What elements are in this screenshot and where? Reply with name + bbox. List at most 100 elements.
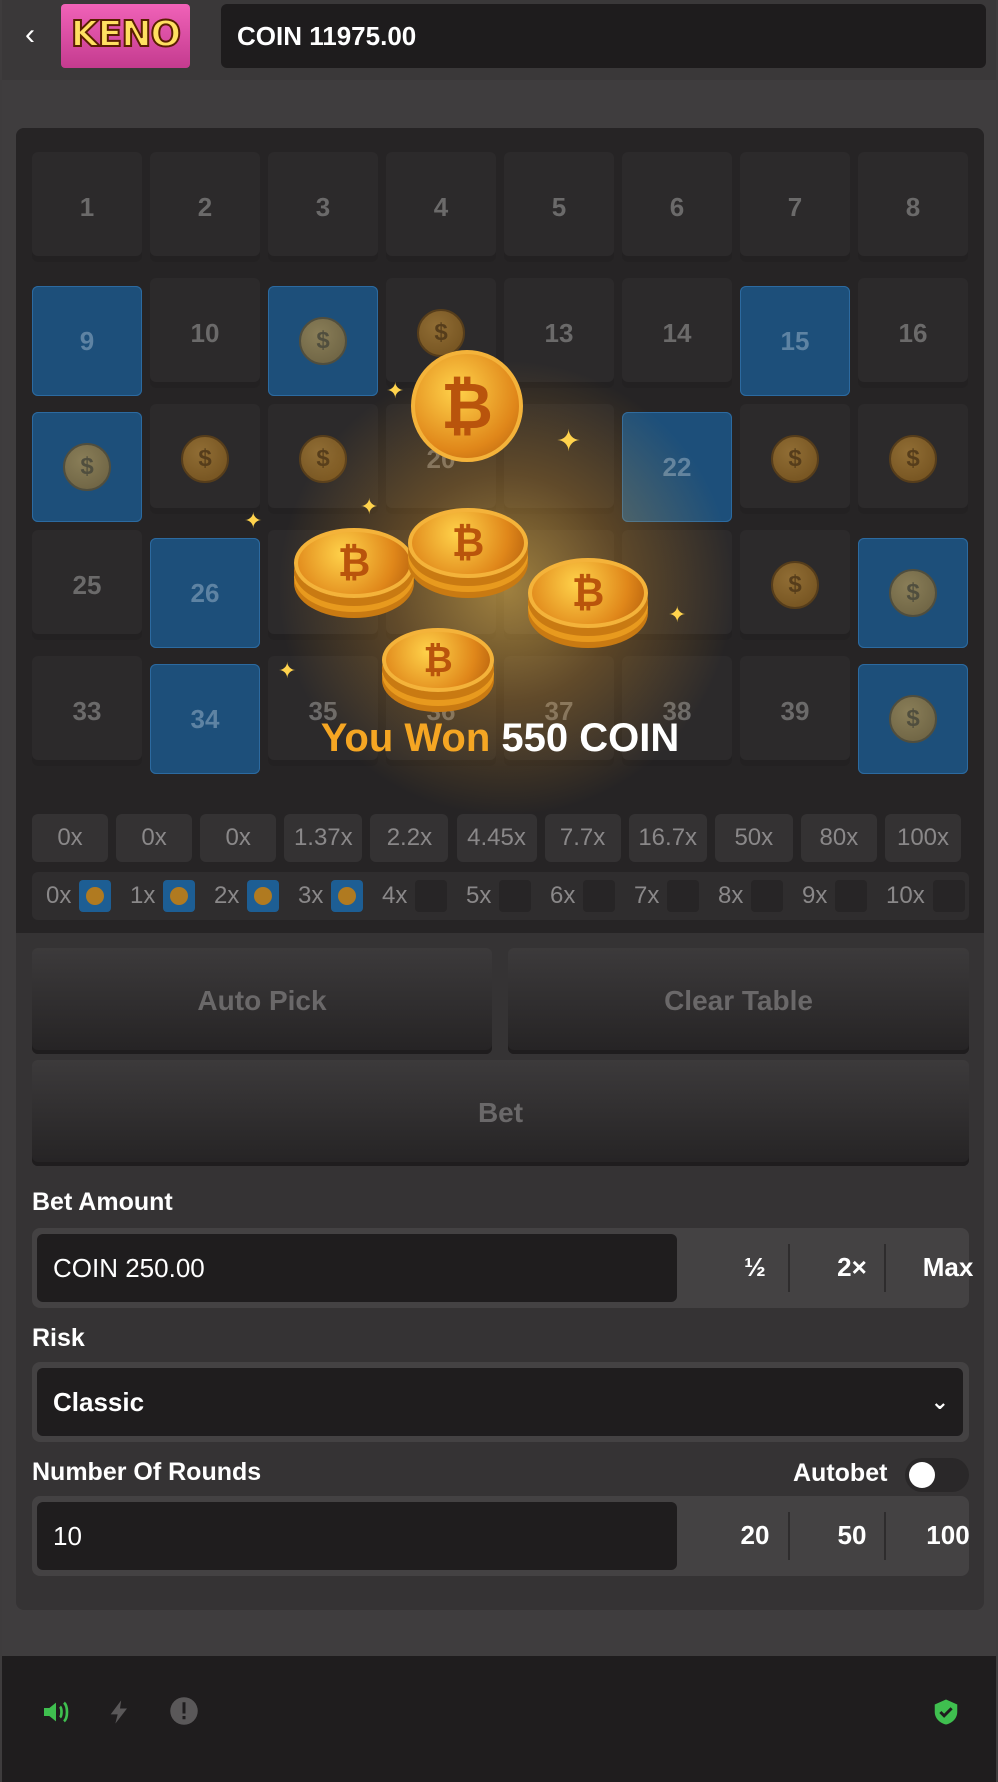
keno-tile[interactable]: $ [740,404,850,514]
hit-count-cell: 1x [130,872,196,920]
bet-button[interactable]: Bet [32,1060,969,1166]
tile-number: 6 [669,191,685,222]
tile-number: 7 [787,191,803,222]
toggle-knob [909,1462,935,1488]
autobet-toggle[interactable] [905,1458,969,1492]
hit-count-label: 8x [718,882,744,909]
coin-icon: $ [771,561,819,609]
coin-icon: $ [299,317,347,365]
hit-count-label: 7x [634,882,660,909]
hit-count-label: 10x [886,882,925,909]
keno-tile[interactable]: $ [740,530,850,640]
sparkle-icon: ✦ [360,494,379,519]
hit-coin-icon [331,880,364,912]
hit-count-cell: 4x [382,872,448,920]
hit-counter: 0x 1x 2x 3x 4x 5x 6x 7x 8x 9x 10x [32,872,969,920]
info-alert-icon[interactable] [166,1696,202,1732]
hit-count-label: 1x [130,882,156,909]
lightning-icon[interactable] [102,1696,138,1732]
rounds-row: 10 20 50 100 [32,1496,970,1576]
tile-number: 25 [72,569,102,600]
keno-tile[interactable]: 14 [622,278,732,388]
payout-multipliers: 0x 0x 0x 1.37x 2.2x 4.45x 7.7x 16.7x 50x 80x 100x [32,814,969,862]
sparkle-icon: ✦ [668,602,687,627]
rounds-input[interactable]: 10 [37,1502,677,1570]
keno-tile[interactable]: 10 [150,278,260,388]
payout-multiplier: 7.7x [544,814,621,862]
tile-number: 15 [780,325,810,356]
divider [788,1512,790,1560]
footer-bar [2,1656,996,1782]
max-bet-button[interactable]: Max [900,1242,996,1292]
keno-tile[interactable]: 3 [268,152,378,262]
payout-multiplier: 80x [800,814,877,862]
payout-multiplier: 50x [714,814,793,862]
bet-amount-row: COIN 250.00 ½ 2× Max [32,1228,973,1308]
coin-icon: $ [63,443,111,491]
keno-tile[interactable]: $ [150,404,260,514]
payout-multiplier: 0x [200,814,277,862]
sparkle-icon: ✦ [278,658,297,683]
payout-multiplier: 0x [116,814,193,862]
win-message: You Won 550 COIN [16,716,984,761]
sound-icon[interactable] [38,1696,74,1732]
hit-empty-slot [415,880,448,912]
risk-select[interactable]: Classic ⌄ [37,1368,963,1436]
tile-number: 9 [79,325,95,356]
keno-tile[interactable]: 7 [740,152,850,262]
keno-tile[interactable]: 4 [386,152,496,262]
auto-pick-button[interactable]: Auto Pick [32,948,492,1054]
hit-count-cell: 7x [634,872,700,920]
autobet-label: Autobet [793,1459,888,1487]
divider [884,1512,886,1560]
risk-value: Classic [53,1387,145,1417]
hit-coin-icon [79,880,112,912]
clear-table-button[interactable]: Clear Table [508,948,969,1054]
keno-tile[interactable]: $ [858,404,968,514]
hit-count-label: 0x [46,882,72,909]
tile-number: 5 [551,191,567,222]
keno-tile[interactable]: 9 [32,286,142,396]
hit-count-label: 9x [802,882,828,909]
keno-tile[interactable]: $ [32,412,142,522]
keno-tile[interactable]: 25 [32,530,142,640]
tile-number: 1 [79,191,95,222]
hit-count-label: 6x [550,882,576,909]
win-prefix: You Won [320,716,491,760]
tile-number: 14 [662,317,692,348]
hit-empty-slot [932,880,965,912]
bet-amount-label: Bet Amount [32,1188,173,1216]
payout-multiplier: 2.2x [370,814,449,862]
coin-icon: $ [889,435,937,483]
payout-multiplier: 0x [32,814,108,862]
coin-icon: $ [181,435,229,483]
hit-count-cell: 5x [466,872,532,920]
keno-tile[interactable]: 15 [740,286,850,396]
hit-empty-slot [667,880,700,912]
coin-icon: $ [771,435,819,483]
keno-tile[interactable]: 8 [858,152,968,262]
coin-icon: $ [889,569,937,617]
keno-tile[interactable]: $ [858,538,968,648]
keno-tile[interactable]: 5 [504,152,614,262]
keno-tile[interactable]: 6 [622,152,732,262]
keno-tile[interactable]: 2 [150,152,260,262]
rounds-100-button[interactable]: 100 [900,1510,996,1560]
hit-count-cell: 9x [802,872,868,920]
back-arrow-icon[interactable]: ‹ [14,20,46,52]
bet-amount-input[interactable]: COIN 250.00 [37,1234,677,1302]
keno-tile[interactable]: $ [268,286,378,396]
shield-check-icon[interactable] [928,1696,964,1732]
sparkle-icon: ✦ [386,378,405,403]
coin-stack-center-icon: ₿ [408,508,528,578]
keno-tile[interactable]: 1 [32,152,142,262]
tile-number: 26 [190,577,220,608]
keno-tile[interactable]: 16 [858,278,968,388]
chevron-down-icon: ⌄ [930,1389,949,1414]
sparkle-icon: ✦ [244,508,263,533]
hit-empty-slot [835,880,868,912]
tile-number: 2 [197,191,213,222]
hit-count-label: 4x [382,882,408,909]
keno-tile[interactable]: 26 [150,538,260,648]
hit-count-label: 5x [466,882,492,909]
